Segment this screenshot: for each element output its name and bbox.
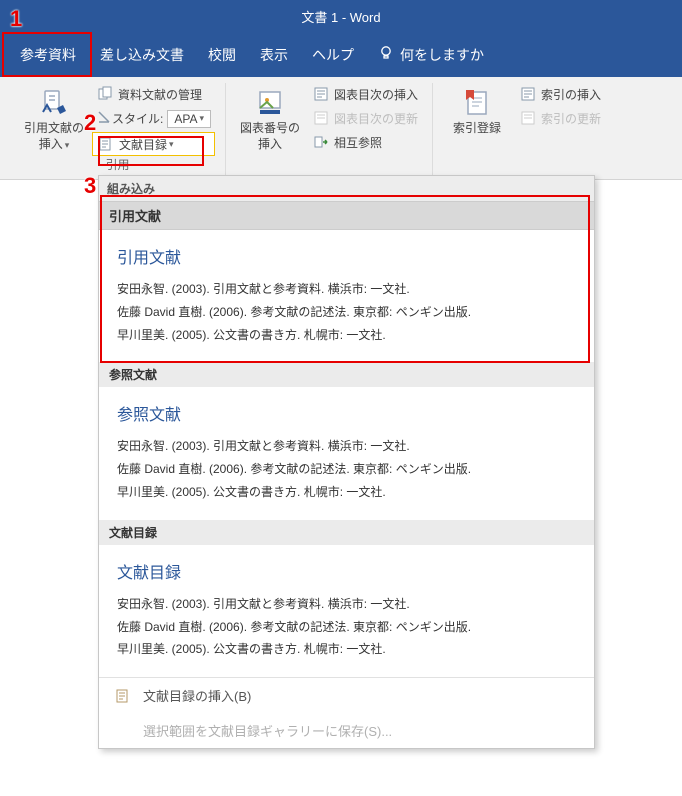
title-bar: 文書 1 - Word [0, 0, 682, 32]
annotation-number-2: 2 [84, 110, 96, 136]
save-selection-cmd: 選択範囲を文献目録ギャラリーに保存(S)... [99, 713, 594, 748]
manage-icon [96, 85, 114, 103]
bib-entry: 早川里美. (2005). 公文書の書き方. 札幌市: 一文社. [117, 638, 576, 661]
bib-entry: 早川里美. (2005). 公文書の書き方. 札幌市: 一文社. [117, 481, 576, 504]
window-title: 文書 1 - Word [301, 7, 380, 26]
style-select[interactable]: APA▾ [167, 110, 211, 128]
gallery-section-header-2: 文献目録 [99, 520, 594, 545]
lightbulb-icon [378, 45, 400, 64]
ribbon-tabstrip: 参考資料 差し込み文書 校閲 表示 ヘルプ 何をしますか [0, 32, 682, 77]
bibliography-gallery: 組み込み 引用文献 引用文献 安田永智. (2003). 引用文献と参考資料. … [98, 175, 595, 749]
gallery-builtin-header: 組み込み [99, 176, 594, 201]
chevron-down-icon: ▾ [199, 113, 204, 124]
citation-style-row: スタイル: APA▾ [92, 107, 215, 130]
tof-icon [312, 85, 330, 103]
insert-index-button[interactable]: 索引の挿入 [515, 83, 605, 105]
index-icon [519, 85, 537, 103]
insert-citation-button[interactable]: 引用文献の 挿入▾ [20, 83, 88, 156]
manage-sources-button[interactable]: 資料文献の管理 [92, 83, 215, 105]
update-index-label: 索引の更新 [541, 110, 601, 127]
bib-entry: 安田永智. (2003). 引用文献と参考資料. 横浜市: 一文社. [117, 593, 576, 616]
update-tof-label: 図表目次の更新 [334, 110, 418, 127]
insert-bibliography-cmd[interactable]: 文献目録の挿入(B) [99, 678, 594, 713]
bib-entry: 安田永智. (2003). 引用文献と参考資料. 横浜市: 一文社. [117, 435, 576, 458]
mark-entry-label: 索引登録 [453, 121, 501, 137]
gallery-section-header-0: 引用文献 [99, 201, 594, 230]
group-citations: 引用文献の 挿入▾ 資料文献の管理 スタイル: APA▾ 文献目録 ▾ [10, 83, 226, 177]
tell-me-label: 何をしますか [400, 45, 484, 65]
group-index: 索引登録 索引の挿入 索引の更新 [433, 83, 615, 177]
bibliography-label: 文献目録 [119, 136, 167, 153]
tell-me[interactable]: 何をしますか [366, 35, 496, 75]
tab-mailings[interactable]: 差し込み文書 [88, 35, 196, 75]
update-icon [312, 109, 330, 127]
annotation-number-3: 3 [84, 173, 96, 199]
cross-reference-label: 相互参照 [334, 134, 382, 151]
citation-icon [38, 87, 70, 119]
chevron-down-icon: ▾ [169, 139, 174, 150]
bib-title-2: 文献目録 [117, 559, 576, 583]
cross-reference-button[interactable]: 相互参照 [308, 131, 422, 153]
tab-view[interactable]: 表示 [248, 35, 300, 75]
bib-entry: 佐藤 David 直樹. (2006). 参考文献の記述法. 東京都: ペンギン… [117, 458, 576, 481]
style-label: スタイル: [112, 110, 163, 127]
bibliography-icon [97, 135, 115, 153]
tab-help[interactable]: ヘルプ [300, 35, 366, 75]
bibliography-icon [113, 688, 133, 704]
bib-entry: 佐藤 David 直樹. (2006). 参考文献の記述法. 東京都: ペンギン… [117, 301, 576, 324]
insert-tof-button[interactable]: 図表目次の挿入 [308, 83, 422, 105]
manage-sources-label: 資料文献の管理 [118, 86, 202, 103]
bib-entry: 早川里美. (2005). 公文書の書き方. 札幌市: 一文社. [117, 324, 576, 347]
gallery-section-header-1: 参照文献 [99, 362, 594, 387]
update-tof-button: 図表目次の更新 [308, 107, 422, 129]
insert-bibliography-label: 文献目録の挿入(B) [143, 686, 251, 705]
gallery-item-1[interactable]: 参照文献 安田永智. (2003). 引用文献と参考資料. 横浜市: 一文社. … [99, 387, 594, 519]
gallery-item-0[interactable]: 引用文献 安田永智. (2003). 引用文献と参考資料. 横浜市: 一文社. … [99, 230, 594, 362]
style-icon [96, 109, 112, 128]
group-captions: 図表番号の 挿入 図表目次の挿入 図表目次の更新 相互参照 [226, 83, 433, 177]
insert-tof-label: 図表目次の挿入 [334, 86, 418, 103]
tab-references[interactable]: 参考資料 [8, 35, 88, 75]
bib-entry: 佐藤 David 直樹. (2006). 参考文献の記述法. 東京都: ペンギン… [117, 616, 576, 639]
ribbon: 引用文献の 挿入▾ 資料文献の管理 スタイル: APA▾ 文献目録 ▾ [0, 77, 682, 180]
insert-citation-label2: 挿入▾ [39, 137, 70, 153]
insert-index-label: 索引の挿入 [541, 86, 601, 103]
insert-citation-label1: 引用文献の [24, 121, 84, 137]
update-index-button: 索引の更新 [515, 107, 605, 129]
bib-entry: 安田永智. (2003). 引用文献と参考資料. 横浜市: 一文社. [117, 278, 576, 301]
gallery-item-2[interactable]: 文献目録 安田永智. (2003). 引用文献と参考資料. 横浜市: 一文社. … [99, 545, 594, 677]
insert-caption-label1: 図表番号の [240, 121, 300, 137]
insert-caption-button[interactable]: 図表番号の 挿入 [236, 83, 304, 156]
chevron-down-icon: ▾ [65, 140, 70, 150]
bib-title-1: 参照文献 [117, 401, 576, 425]
save-selection-label: 選択範囲を文献目録ギャラリーに保存(S)... [143, 721, 392, 740]
bib-title-0: 引用文献 [117, 244, 576, 268]
insert-caption-label2: 挿入 [258, 137, 282, 153]
mark-entry-icon [461, 87, 493, 119]
annotation-number-1: 1 [10, 6, 22, 32]
caption-icon [254, 87, 286, 119]
update-index-icon [519, 109, 537, 127]
mark-entry-button[interactable]: 索引登録 [443, 83, 511, 141]
tab-review[interactable]: 校閲 [196, 35, 248, 75]
crossref-icon [312, 133, 330, 151]
bibliography-button[interactable]: 文献目録 ▾ [92, 132, 215, 156]
